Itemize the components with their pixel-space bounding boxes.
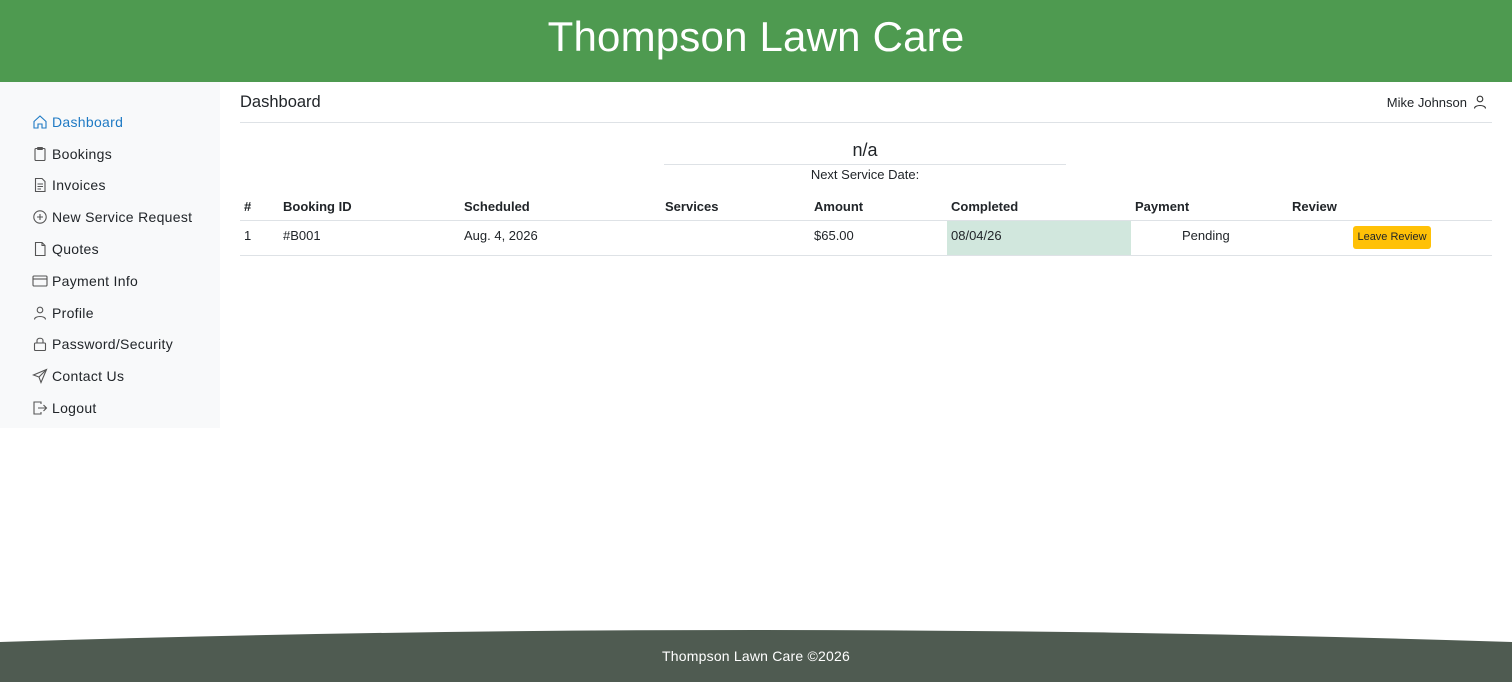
topbar: Dashboard Mike Johnson (240, 82, 1492, 123)
credit-card-icon (32, 273, 48, 289)
sidebar-item-dashboard[interactable]: Dashboard (0, 106, 220, 138)
sidebar-item-profile[interactable]: Profile (0, 297, 220, 329)
column-header: Review (1292, 194, 1492, 221)
sidebar-item-invoices[interactable]: Invoices (0, 170, 220, 202)
column-header: Booking ID (279, 194, 460, 221)
send-icon (32, 368, 48, 385)
sidebar-item-label: Password/Security (52, 336, 174, 353)
sidebar: Dashboard Bookings Invoices New Service … (0, 82, 220, 428)
sidebar-item-label: Payment Info (52, 272, 139, 289)
sidebar-item-label: Dashboard (52, 113, 124, 130)
file-icon (32, 241, 48, 257)
main-content: Dashboard Mike Johnson n/a Next Service … (240, 82, 1492, 256)
booking-id: #B001 (279, 220, 460, 256)
user-name: Mike Johnson (1386, 94, 1467, 110)
sidebar-item-payment-info[interactable]: Payment Info (0, 265, 220, 297)
clipboard-icon (32, 146, 48, 162)
footer-copyright: Thompson Lawn Care ©2026 (662, 648, 850, 664)
leave-review-button[interactable]: Leave Review (1353, 225, 1431, 249)
next-service-value: n/a (664, 140, 1066, 165)
sidebar-item-label: Invoices (52, 177, 106, 194)
next-service-panel: n/a Next Service Date: (664, 140, 1066, 182)
sidebar-item-contact-us[interactable]: Contact Us (0, 360, 220, 392)
sidebar-item-label: Profile (52, 304, 94, 321)
sidebar-item-label: Logout (52, 400, 97, 417)
completed-date: 08/04/26 (947, 220, 1131, 256)
sidebar-item-label: Quotes (52, 241, 99, 258)
row-number: 1 (240, 220, 279, 256)
sidebar-item-bookings[interactable]: Bookings (0, 138, 220, 170)
person-icon (1472, 94, 1488, 110)
table-row: 1 #B001 Aug. 4, 2026 $65.00 08/04/26 Pen… (240, 220, 1492, 256)
sidebar-item-label: Bookings (52, 145, 112, 162)
column-header: Payment (1131, 194, 1292, 221)
box-arrow-right-icon (32, 400, 48, 416)
sidebar-item-logout[interactable]: Logout (0, 392, 220, 424)
scheduled-date: Aug. 4, 2026 (460, 220, 661, 256)
sidebar-item-new-service-request[interactable]: New Service Request (0, 201, 220, 233)
sidebar-item-quotes[interactable]: Quotes (0, 233, 220, 265)
column-header: Services (661, 194, 810, 221)
column-header: Completed (947, 194, 1131, 221)
file-text-icon (32, 177, 48, 193)
column-header: Scheduled (460, 194, 661, 221)
site-title: Thompson Lawn Care (547, 13, 965, 60)
house-icon (32, 114, 48, 130)
payment-status: Pending (1131, 220, 1292, 256)
bookings-table: # Booking ID Scheduled Services Amount C… (240, 194, 1492, 256)
sidebar-item-label: Contact Us (52, 368, 125, 385)
amount: $65.00 (810, 220, 947, 256)
services (661, 220, 810, 256)
table-header-row: # Booking ID Scheduled Services Amount C… (240, 194, 1492, 221)
page-title: Dashboard (240, 92, 321, 111)
user-menu[interactable]: Mike Johnson (1387, 94, 1488, 110)
plus-circle-icon (32, 209, 48, 225)
next-service-label: Next Service Date: (810, 167, 920, 182)
sidebar-item-password-security[interactable]: Password/Security (0, 329, 220, 361)
site-header: Thompson Lawn Care (0, 0, 1512, 82)
sidebar-item-label: New Service Request (52, 209, 193, 226)
page: Thompson Lawn Care Dashboard Bookings In… (0, 0, 1512, 682)
review-cell: Leave Review (1292, 220, 1492, 256)
person-icon (32, 305, 48, 321)
column-header: # (240, 194, 279, 221)
lock-icon (32, 336, 48, 352)
column-header: Amount (810, 194, 947, 221)
